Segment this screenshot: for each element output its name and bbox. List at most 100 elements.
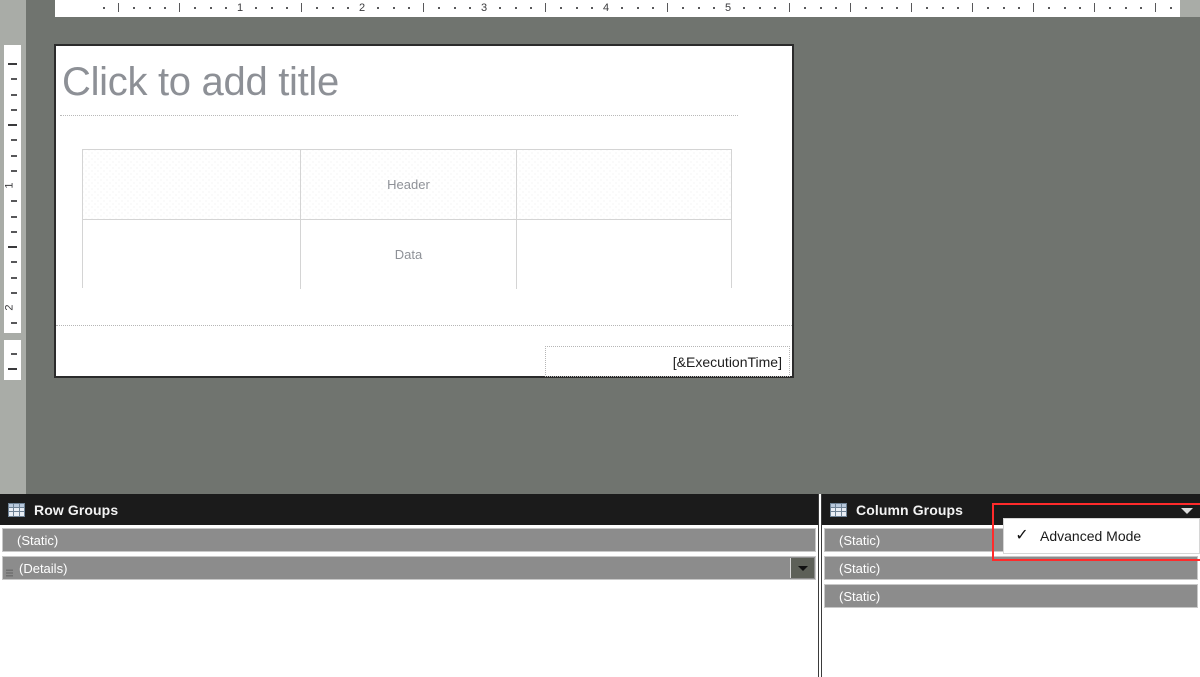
ruler-tick-minor xyxy=(1124,7,1127,9)
ruler-tick-minor xyxy=(453,7,456,9)
ruler-tick-minor xyxy=(880,7,883,9)
column-group-label: (Static) xyxy=(839,588,881,604)
ruler-tick-minor xyxy=(377,7,380,9)
ruler-label-3: 3 xyxy=(480,2,488,14)
ruler-label-5: 5 xyxy=(724,2,732,14)
ruler-tick-minor xyxy=(133,7,136,9)
tablix-data-cell-1[interactable] xyxy=(83,220,301,289)
row-groups-list[interactable]: (Static) (Details) xyxy=(0,525,818,677)
tablix-data-cell-3[interactable] xyxy=(517,220,731,289)
report-designer-window: 12345 12 Click to add title Header Data xyxy=(0,0,1200,677)
ruler-tick-half xyxy=(1155,3,1156,12)
check-icon: ✓ xyxy=(1015,527,1029,544)
ruler-tick-minor xyxy=(712,7,715,9)
report-title-textbox[interactable]: Click to add title xyxy=(60,54,738,116)
column-group-row[interactable]: (Static) xyxy=(824,584,1198,608)
horizontal-ruler[interactable]: 1 2 3 4 5 xyxy=(55,0,1180,17)
ruler-tick-minor xyxy=(102,7,105,9)
table-grid-icon xyxy=(8,502,25,517)
ruler-tick-minor xyxy=(11,108,17,111)
ruler-tick-minor xyxy=(1048,7,1051,9)
row-groups-panel: Row Groups (Static) (Details) xyxy=(0,494,818,677)
row-groups-header: Row Groups xyxy=(0,494,818,525)
ruler-left-spacer xyxy=(26,0,55,17)
ruler-tick-minor xyxy=(11,139,17,142)
column-group-label: (Static) xyxy=(839,560,881,576)
ruler-tick-minor xyxy=(316,7,319,9)
ruler-tick-minor xyxy=(865,7,868,9)
ruler-tick-minor xyxy=(621,7,624,9)
ruler-tick-minor xyxy=(987,7,990,9)
vertical-ruler[interactable]: 12 xyxy=(4,45,21,380)
menu-item-advanced-mode[interactable]: Advanced Mode xyxy=(1040,528,1141,544)
ruler-tick-minor xyxy=(1063,7,1066,9)
tablix-data-row[interactable]: Data xyxy=(83,219,731,289)
ruler-label-2: 2 xyxy=(358,2,366,14)
ruler-tick-minor xyxy=(11,352,17,355)
ruler-tick-minor xyxy=(819,7,822,9)
ruler-tick-minor xyxy=(285,7,288,9)
ruler-tick-minor xyxy=(407,7,410,9)
tablix-data-cell-2[interactable]: Data xyxy=(301,220,517,289)
ruler-tick-minor xyxy=(834,7,837,9)
ruler-tick-minor xyxy=(209,7,212,9)
ruler-page-break-gap xyxy=(4,333,21,340)
ruler-tick-minor xyxy=(11,261,17,264)
ruler-tick-half xyxy=(8,246,17,248)
ruler-tick-half xyxy=(667,3,668,12)
tablix-header-row[interactable]: Header xyxy=(83,150,731,219)
tablix-header-cell-1[interactable] xyxy=(83,150,301,219)
ruler-label-4: 4 xyxy=(602,2,610,14)
ruler-tick-minor xyxy=(1109,7,1112,9)
table-grid-icon xyxy=(830,502,847,517)
ruler-tick-minor xyxy=(697,7,700,9)
ruler-label-1: 1 xyxy=(4,182,16,189)
ruler-tick xyxy=(8,63,17,65)
chevron-down-icon xyxy=(797,565,808,571)
ruler-tick-minor xyxy=(575,7,578,9)
ruler-tick-minor xyxy=(895,7,898,9)
row-group-row[interactable]: (Details) xyxy=(2,556,816,580)
execution-time-textbox[interactable]: [&ExecutionTime] xyxy=(545,346,790,377)
row-group-label: (Details) xyxy=(19,560,68,576)
ruler-tick-half xyxy=(179,3,180,12)
ruler-tick-minor xyxy=(758,7,761,9)
row-group-row[interactable]: (Static) xyxy=(2,528,816,552)
ruler-tick-minor xyxy=(651,7,654,9)
ruler-tick-minor xyxy=(941,7,944,9)
ruler-tick-minor xyxy=(1139,7,1142,9)
column-group-row[interactable]: (Static) xyxy=(824,556,1198,580)
ruler-tick-minor xyxy=(743,7,746,9)
ruler-tick-minor xyxy=(514,7,517,9)
ruler-tick-minor xyxy=(11,322,17,325)
row-group-dropdown-button[interactable] xyxy=(790,558,814,578)
ruler-tick-minor xyxy=(1017,7,1020,9)
chevron-down-icon[interactable] xyxy=(1181,508,1193,514)
tablix-header-cell-2[interactable]: Header xyxy=(301,150,517,219)
advanced-mode-menu[interactable]: ✓ Advanced Mode xyxy=(1003,518,1200,554)
ruler-tick-minor xyxy=(11,200,17,203)
report-design-surface[interactable]: 12345 12 Click to add title Header Data xyxy=(0,0,1200,494)
tablix-header-cell-3[interactable] xyxy=(517,150,731,219)
ruler-tick-half xyxy=(8,124,17,126)
ruler-tick-half xyxy=(1033,3,1034,12)
ruler-tick-minor xyxy=(468,7,471,9)
ruler-tick-half xyxy=(423,3,424,12)
ruler-label-1: 1 xyxy=(236,2,244,14)
ruler-tick-minor xyxy=(331,7,334,9)
ruler-tick-minor xyxy=(148,7,151,9)
column-group-label: (Static) xyxy=(839,532,881,548)
report-page-canvas[interactable]: Click to add title Header Data [&Executi… xyxy=(54,44,794,378)
ruler-corner-block xyxy=(0,0,26,18)
grouping-pane-menu-anchor[interactable] xyxy=(993,496,1200,518)
row-groups-title: Row Groups xyxy=(34,501,119,518)
ruler-tick xyxy=(1094,3,1095,12)
ruler-tick-minor xyxy=(11,78,17,81)
execution-time-expression: [&ExecutionTime] xyxy=(672,353,782,370)
horizontal-ruler-marks: 1 2 3 4 5 xyxy=(55,0,1180,17)
ruler-tick-minor xyxy=(11,230,17,233)
ruler-tick-minor xyxy=(956,7,959,9)
ruler-tick-minor xyxy=(194,7,197,9)
ruler-tick-minor xyxy=(590,7,593,9)
tablix-control[interactable]: Header Data xyxy=(82,149,732,289)
